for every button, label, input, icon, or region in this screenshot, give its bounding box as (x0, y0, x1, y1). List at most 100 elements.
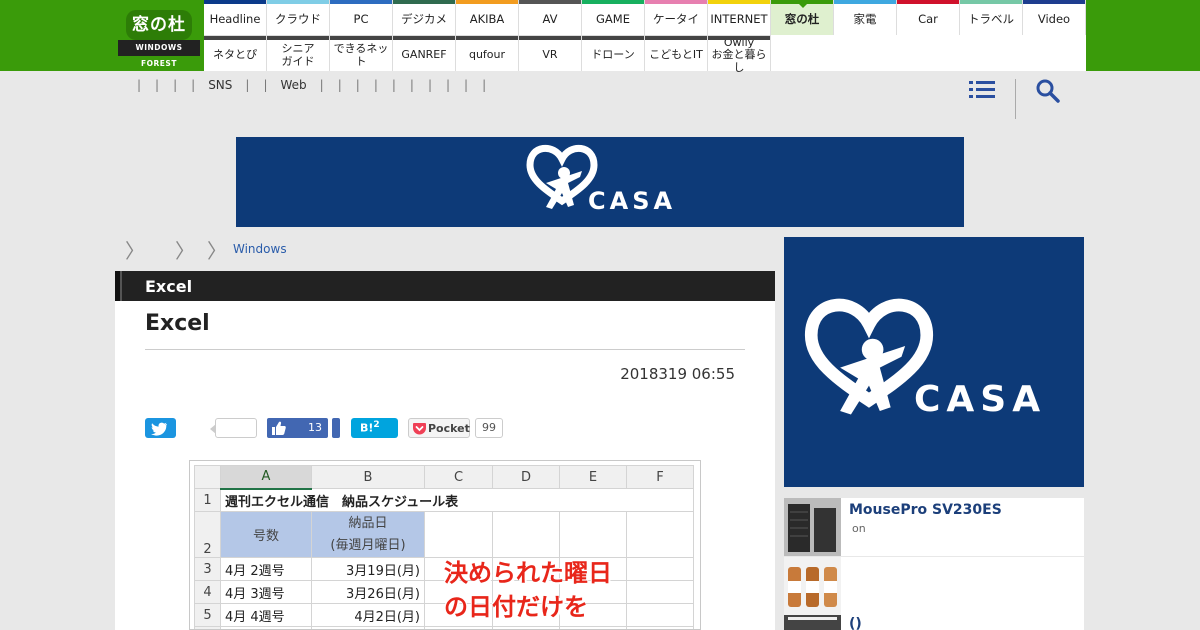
subnav-separator: | (191, 78, 196, 92)
subnav-separator: | (391, 78, 396, 92)
article-thumbnail (784, 498, 841, 556)
top-ad-banner[interactable]: CASA (236, 137, 964, 227)
subnav-separator: | (137, 78, 142, 92)
nav-item[interactable]: 家電 (834, 0, 897, 35)
twitter-share-button[interactable] (145, 418, 176, 438)
nav-item[interactable]: できるネット (330, 35, 393, 71)
row-number: 4 (194, 580, 221, 604)
site-nav: Headline クラウド PC デジカメ AKIBA AV GAME ケータイ INTERNE… (204, 0, 1086, 74)
casa-brand-text: CASA (914, 379, 1047, 420)
col-header-b: B (311, 465, 425, 489)
nav-item[interactable]: AV (519, 0, 582, 35)
nav-item[interactable]: ドローン (582, 35, 645, 71)
subnav-separator: | (245, 78, 250, 92)
breadcrumb-chevron-icon: 〉 (125, 238, 145, 263)
site-logo[interactable]: 窓の杜 WINDOWS FOREST (118, 10, 200, 68)
section-label: Excel (145, 277, 193, 296)
sidebar-article-title: MousePro SV230ES (849, 502, 1002, 518)
pocket-button[interactable]: Pocket (408, 418, 470, 438)
cell-issue: 4月 4週号 (220, 603, 312, 627)
hatena-label: B!2 (360, 420, 380, 435)
site-header: 窓の杜 WINDOWS FOREST Headline クラウド PC デジカメ AKI… (0, 0, 1200, 74)
nav-item[interactable]: GANREF (393, 35, 456, 71)
pocket-count: 99 (475, 418, 503, 438)
menu-icon[interactable] (969, 78, 995, 102)
search-icon[interactable] (1035, 78, 1061, 104)
nav-row-secondary: ネタとぴ シニア ガイド できるネット GANREF qufour VR ドローン こどもとI… (204, 35, 1086, 74)
facebook-like-button[interactable]: 13 (267, 418, 328, 438)
subnav-item[interactable]: Web (275, 78, 313, 96)
subnav-item[interactable]: SNS (202, 78, 238, 96)
nav-item[interactable]: Video (1023, 0, 1086, 35)
row-number: 1 (194, 488, 221, 512)
twitter-count-box (210, 418, 257, 438)
col-header-f: F (626, 465, 694, 489)
nav-item[interactable]: INTERNET (708, 0, 771, 35)
sidebar-article-item[interactable]: MousePro SV230ES on (784, 498, 1084, 556)
subnav-separator: | (155, 78, 160, 92)
subnav-separator: | (319, 78, 324, 92)
breadcrumb-chevron-icon: 〉 (175, 238, 195, 263)
sub-nav: | | | | SNS | | Web | | | | | | | | | | (130, 78, 493, 96)
nav-item[interactable]: トラベル (960, 0, 1023, 35)
sidebar-article-title: () (849, 616, 862, 630)
nav-item[interactable]: クラウド (267, 0, 330, 35)
cell-issue: 4月 3週号 (220, 580, 312, 604)
col-header-a: A (220, 465, 312, 490)
nav-item[interactable]: ケータイ (645, 0, 708, 35)
twitter-icon (151, 422, 167, 436)
article-title: Excel (145, 311, 210, 336)
sidebar-article-item[interactable] (784, 557, 1084, 615)
nav-item[interactable]: Owlly お金と暮らし (708, 35, 771, 74)
nav-item[interactable]: VR (519, 35, 582, 71)
subnav-separator: | (263, 78, 268, 92)
subnav-separator: | (446, 78, 451, 92)
col-header-c: C (424, 465, 493, 489)
excel-callout-text: 決められた曜日 の日付だけを (444, 559, 612, 621)
sheet-title-cell: 週刊エクセル通信 納品スケジュール表 (220, 488, 694, 512)
sidebar-article-item[interactable]: () (784, 615, 1084, 630)
subnav-separator: | (464, 78, 469, 92)
breadcrumb-link-windows[interactable]: Windows (233, 242, 287, 256)
row-number: 3 (194, 557, 221, 581)
row-number: 5 (194, 603, 221, 627)
cell-date: 3月19日(月) (311, 557, 425, 581)
sidebar-article-sub: on (852, 522, 866, 535)
nav-item[interactable]: シニア ガイド (267, 35, 330, 71)
article-date: 2018319 06:55 (620, 365, 735, 383)
nav-item[interactable]: Car (897, 0, 960, 35)
nav-item[interactable]: Headline (204, 0, 267, 35)
nav-item[interactable]: PC (330, 0, 393, 35)
subnav-separator: | (337, 78, 342, 92)
subnav-separator: | (409, 78, 414, 92)
pocket-icon (413, 423, 426, 435)
facebook-count: 13 (308, 421, 322, 434)
nav-row-primary: Headline クラウド PC デジカメ AKIBA AV GAME ケータイ INTERNE… (204, 0, 1086, 35)
nav-item[interactable]: GAME (582, 0, 645, 35)
nav-item[interactable]: AKIBA (456, 0, 519, 35)
subnav-separator: | (427, 78, 432, 92)
excel-screenshot: A B C D E F 1 週刊エクセル通信 納品スケジュール表 2 号数 納品… (189, 460, 701, 630)
title-divider (145, 349, 745, 350)
breadcrumb: 〉 〉 〉 Windows (125, 236, 287, 263)
subnav-separator: | (482, 78, 487, 92)
logo-subtext: WINDOWS FOREST (118, 40, 200, 68)
nav-item[interactable]: 窓の杜 (771, 0, 834, 35)
nav-item[interactable]: ネタとぴ (204, 35, 267, 71)
nav-item[interactable]: こどもとIT (645, 35, 708, 71)
hatena-bookmark-button[interactable]: B!2 (351, 418, 398, 438)
facebook-share-button[interactable] (332, 418, 340, 438)
sidebar-ad[interactable]: CASA (784, 237, 1084, 487)
col-header-e: E (559, 465, 627, 489)
header-cell-issue: 号数 (220, 511, 312, 558)
header-cell-delivery: 納品日 (毎週月曜日) (311, 511, 425, 558)
logo-text: 窓の杜 (126, 10, 192, 40)
nav-item[interactable]: qufour (456, 35, 519, 71)
cell-date: 4月2日(月) (311, 603, 425, 627)
pocket-label: Pocket (428, 422, 470, 435)
breadcrumb-chevron-icon: 〉 (207, 238, 227, 263)
subnav-separator: | (173, 78, 178, 92)
nav-item[interactable]: デジカメ (393, 0, 456, 35)
thumbs-up-icon (272, 421, 286, 435)
article: Excel Excel 2018319 06:55 13 B!2 Pocket … (115, 271, 775, 630)
